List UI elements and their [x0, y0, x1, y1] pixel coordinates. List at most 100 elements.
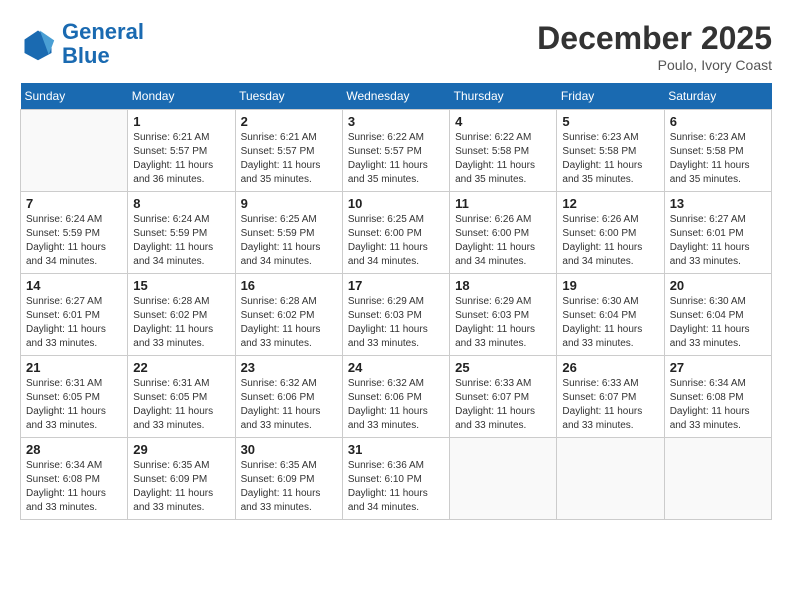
logo-icon	[20, 26, 56, 62]
day-number: 17	[348, 278, 444, 293]
col-friday: Friday	[557, 83, 664, 110]
day-number: 7	[26, 196, 122, 211]
calendar-cell-w2-d1: 7Sunrise: 6:24 AMSunset: 5:59 PMDaylight…	[21, 192, 128, 274]
calendar-cell-w1-d1	[21, 110, 128, 192]
day-number: 15	[133, 278, 229, 293]
calendar-cell-w1-d6: 5Sunrise: 6:23 AMSunset: 5:58 PMDaylight…	[557, 110, 664, 192]
day-number: 2	[241, 114, 337, 129]
calendar-table: Sunday Monday Tuesday Wednesday Thursday…	[20, 83, 772, 520]
month-title: December 2025	[537, 20, 772, 57]
day-info: Sunrise: 6:34 AMSunset: 6:08 PMDaylight:…	[670, 377, 766, 433]
calendar-cell-w3-d4: 17 Sunrise: 6:29 AMSunset: 6:03 PMDayligh…	[342, 274, 449, 356]
calendar-cell-w3-d6: 19Sunrise: 6:30 AMSunset: 6:04 PMDayligh…	[557, 274, 664, 356]
calendar-cell-w4-d7: 27 Sunrise: 6:34 AMSunset: 6:08 PMDayligh…	[664, 356, 771, 438]
col-tuesday: Tuesday	[235, 83, 342, 110]
day-number: 21	[26, 360, 122, 375]
calendar-cell-w3-d3: 16 Sunrise: 6:28 AMSunset: 6:02 PMDayligh…	[235, 274, 342, 356]
location: Poulo, Ivory Coast	[537, 57, 772, 73]
day-info: Sunrise: 6:22 AMSunset: 5:58 PMDaylight:…	[455, 131, 551, 187]
calendar-cell-w1-d3: 2Sunrise: 6:21 AMSunset: 5:57 PMDaylight…	[235, 110, 342, 192]
day-info: Sunrise: 6:32 AMSunset: 6:06 PMDaylight:…	[348, 377, 444, 433]
calendar-cell-w1-d7: 6Sunrise: 6:23 AMSunset: 5:58 PMDaylight…	[664, 110, 771, 192]
col-wednesday: Wednesday	[342, 83, 449, 110]
day-info: Sunrise: 6:33 AMSunset: 6:07 PMDaylight:…	[562, 377, 658, 433]
day-info: Sunrise: 6:25 AMSunset: 6:00 PMDaylight:…	[348, 213, 444, 269]
logo: General Blue	[20, 20, 144, 68]
calendar-cell-w5-d4: 31Sunrise: 6:36 AMSunset: 6:10 PMDayligh…	[342, 438, 449, 520]
calendar-cell-w5-d3: 30Sunrise: 6:35 AMSunset: 6:09 PMDayligh…	[235, 438, 342, 520]
calendar-cell-w1-d4: 3 Sunrise: 6:22 AMSunset: 5:57 PMDaylight…	[342, 110, 449, 192]
day-number: 20	[670, 278, 766, 293]
calendar-cell-w3-d2: 15 Sunrise: 6:28 AMSunset: 6:02 PMDayligh…	[128, 274, 235, 356]
logo-general: General	[62, 19, 144, 44]
week-row-3: 14Sunrise: 6:27 AMSunset: 6:01 PMDayligh…	[21, 274, 772, 356]
logo-blue: Blue	[62, 43, 110, 68]
day-number: 9	[241, 196, 337, 211]
day-number: 8	[133, 196, 229, 211]
day-number: 28	[26, 442, 122, 457]
page-header: General Blue December 2025 Poulo, Ivory …	[20, 20, 772, 73]
day-number: 23	[241, 360, 337, 375]
col-saturday: Saturday	[664, 83, 771, 110]
day-info: Sunrise: 6:24 AMSunset: 5:59 PMDaylight:…	[133, 213, 229, 269]
day-info: Sunrise: 6:31 AMSunset: 6:05 PMDaylight:…	[133, 377, 229, 433]
day-info: Sunrise: 6:27 AMSunset: 6:01 PMDaylight:…	[26, 295, 122, 351]
day-number: 26	[562, 360, 658, 375]
logo-text: General Blue	[62, 20, 144, 68]
calendar-cell-w1-d2: 1 Sunrise: 6:21 AMSunset: 5:57 PMDaylight…	[128, 110, 235, 192]
day-info: Sunrise: 6:29 AMSunset: 6:03 PMDaylight:…	[455, 295, 551, 351]
day-info: Sunrise: 6:33 AMSunset: 6:07 PMDaylight:…	[455, 377, 551, 433]
day-info: Sunrise: 6:31 AMSunset: 6:05 PMDaylight:…	[26, 377, 122, 433]
day-number: 31	[348, 442, 444, 457]
calendar-cell-w3-d7: 20Sunrise: 6:30 AMSunset: 6:04 PMDayligh…	[664, 274, 771, 356]
calendar-cell-w2-d4: 10 Sunrise: 6:25 AMSunset: 6:00 PMDayligh…	[342, 192, 449, 274]
day-info: Sunrise: 6:29 AMSunset: 6:03 PMDaylight:…	[348, 295, 444, 351]
calendar-cell-w5-d5	[450, 438, 557, 520]
day-info: Sunrise: 6:23 AMSunset: 5:58 PMDaylight:…	[562, 131, 658, 187]
calendar-cell-w5-d6	[557, 438, 664, 520]
calendar-cell-w5-d1: 28 Sunrise: 6:34 AMSunset: 6:08 PMDayligh…	[21, 438, 128, 520]
day-number: 29	[133, 442, 229, 457]
day-number: 19	[562, 278, 658, 293]
day-number: 11	[455, 196, 551, 211]
calendar-cell-w5-d2: 29 Sunrise: 6:35 AMSunset: 6:09 PMDayligh…	[128, 438, 235, 520]
day-number: 13	[670, 196, 766, 211]
day-number: 22	[133, 360, 229, 375]
day-number: 1	[133, 114, 229, 129]
day-number: 4	[455, 114, 551, 129]
calendar-header-row: Sunday Monday Tuesday Wednesday Thursday…	[21, 83, 772, 110]
day-info: Sunrise: 6:28 AMSunset: 6:02 PMDaylight:…	[241, 295, 337, 351]
calendar-cell-w4-d3: 23 Sunrise: 6:32 AMSunset: 6:06 PMDayligh…	[235, 356, 342, 438]
calendar-cell-w2-d2: 8 Sunrise: 6:24 AMSunset: 5:59 PMDaylight…	[128, 192, 235, 274]
day-info: Sunrise: 6:22 AMSunset: 5:57 PMDaylight:…	[348, 131, 444, 187]
col-thursday: Thursday	[450, 83, 557, 110]
day-number: 12	[562, 196, 658, 211]
col-monday: Monday	[128, 83, 235, 110]
calendar-cell-w1-d5: 4 Sunrise: 6:22 AMSunset: 5:58 PMDaylight…	[450, 110, 557, 192]
day-number: 18	[455, 278, 551, 293]
day-info: Sunrise: 6:26 AMSunset: 6:00 PMDaylight:…	[562, 213, 658, 269]
col-sunday: Sunday	[21, 83, 128, 110]
day-number: 27	[670, 360, 766, 375]
day-info: Sunrise: 6:21 AMSunset: 5:57 PMDaylight:…	[133, 131, 229, 187]
week-row-5: 28 Sunrise: 6:34 AMSunset: 6:08 PMDayligh…	[21, 438, 772, 520]
calendar-cell-w2-d3: 9 Sunrise: 6:25 AMSunset: 5:59 PMDaylight…	[235, 192, 342, 274]
title-block: December 2025 Poulo, Ivory Coast	[537, 20, 772, 73]
calendar-cell-w3-d5: 18 Sunrise: 6:29 AMSunset: 6:03 PMDayligh…	[450, 274, 557, 356]
day-number: 30	[241, 442, 337, 457]
calendar-cell-w4-d1: 21 Sunrise: 6:31 AMSunset: 6:05 PMDayligh…	[21, 356, 128, 438]
day-info: Sunrise: 6:35 AMSunset: 6:09 PMDaylight:…	[133, 459, 229, 515]
day-number: 25	[455, 360, 551, 375]
day-number: 3	[348, 114, 444, 129]
day-info: Sunrise: 6:34 AMSunset: 6:08 PMDaylight:…	[26, 459, 122, 515]
day-number: 10	[348, 196, 444, 211]
day-info: Sunrise: 6:23 AMSunset: 5:58 PMDaylight:…	[670, 131, 766, 187]
day-number: 16	[241, 278, 337, 293]
day-info: Sunrise: 6:32 AMSunset: 6:06 PMDaylight:…	[241, 377, 337, 433]
day-info: Sunrise: 6:25 AMSunset: 5:59 PMDaylight:…	[241, 213, 337, 269]
day-info: Sunrise: 6:28 AMSunset: 6:02 PMDaylight:…	[133, 295, 229, 351]
week-row-4: 21 Sunrise: 6:31 AMSunset: 6:05 PMDayligh…	[21, 356, 772, 438]
calendar-cell-w4-d5: 25 Sunrise: 6:33 AMSunset: 6:07 PMDayligh…	[450, 356, 557, 438]
calendar-cell-w4-d2: 22 Sunrise: 6:31 AMSunset: 6:05 PMDayligh…	[128, 356, 235, 438]
calendar-cell-w5-d7	[664, 438, 771, 520]
